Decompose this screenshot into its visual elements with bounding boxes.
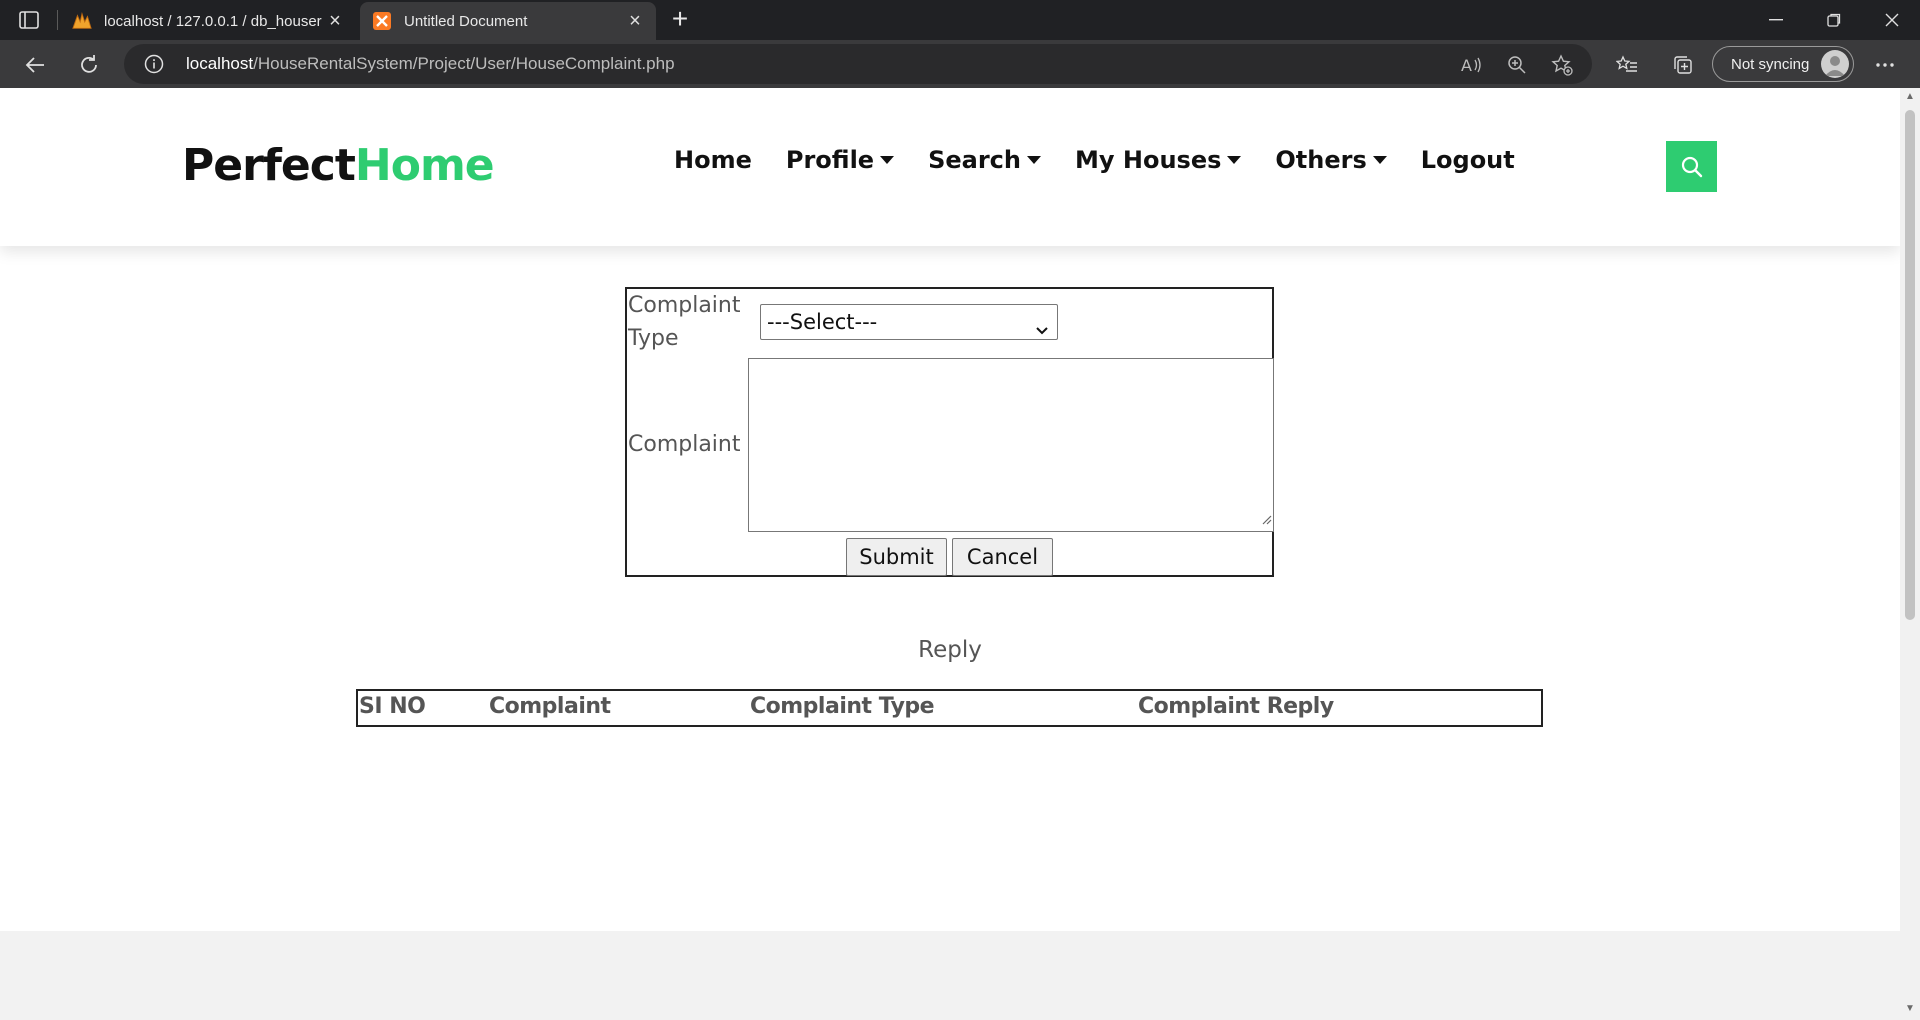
site-footer: [0, 931, 1900, 1020]
column-header-complaint-type: Complaint Type: [750, 694, 935, 719]
minimize-icon[interactable]: [1748, 0, 1804, 40]
tab-untitled-document[interactable]: Untitled Document ×: [360, 2, 656, 40]
read-aloud-icon[interactable]: A: [1459, 52, 1485, 78]
browser-tab-bar: localhost / 127.0.0.1 / db_houser × Unti…: [0, 0, 1920, 40]
column-header-complaint: Complaint: [489, 694, 611, 719]
nav-search[interactable]: Search: [928, 146, 1041, 174]
search-icon: [1681, 156, 1702, 177]
back-icon[interactable]: [20, 50, 50, 80]
complaint-type-label: Complaint Type: [628, 293, 741, 351]
phpmyadmin-icon: [72, 11, 92, 31]
refresh-icon[interactable]: [74, 50, 104, 80]
caret-down-icon: [1227, 156, 1242, 164]
xampp-icon: [372, 11, 392, 31]
add-favorite-icon[interactable]: [1549, 52, 1575, 78]
caret-down-icon: [1372, 156, 1387, 164]
site-header: PerfectHome Home Profile Search My House…: [0, 88, 1900, 246]
profile-sync-button[interactable]: Not syncing: [1712, 46, 1854, 82]
tab-title: Untitled Document: [404, 12, 528, 30]
complaint-type-select[interactable]: ---Select---: [760, 304, 1058, 340]
sync-label: Not syncing: [1731, 55, 1810, 73]
zoom-icon[interactable]: [1504, 52, 1530, 78]
nav-home[interactable]: Home: [674, 146, 752, 174]
cancel-button[interactable]: Cancel: [952, 538, 1053, 576]
tab-actions-icon[interactable]: [16, 8, 42, 32]
nav-logout[interactable]: Logout: [1421, 146, 1515, 174]
complaint-textarea[interactable]: [748, 358, 1274, 532]
column-header-si-no: SI NO: [359, 694, 426, 719]
main-nav: Home Profile Search My Houses Others Log…: [674, 146, 1549, 174]
nav-others[interactable]: Others: [1275, 146, 1387, 174]
complaint-form: Complaint Type ---Select--- Complaint Su…: [625, 287, 1274, 577]
caret-down-icon: [1026, 156, 1041, 164]
scroll-up-icon[interactable]: ▲: [1905, 92, 1915, 102]
restore-icon[interactable]: [1806, 0, 1862, 40]
close-tab-icon[interactable]: ×: [322, 8, 348, 34]
column-header-complaint-reply: Complaint Reply: [1138, 694, 1334, 719]
site-logo[interactable]: PerfectHome: [182, 140, 495, 191]
url-text[interactable]: localhost/HouseRentalSystem/Project/User…: [186, 54, 675, 74]
collections-icon[interactable]: [1668, 50, 1698, 80]
svg-text:A: A: [1461, 56, 1472, 74]
browser-toolbar: localhost/HouseRentalSystem/Project/User…: [0, 40, 1920, 88]
reply-heading: Reply: [918, 637, 982, 663]
tab-phpmyadmin[interactable]: localhost / 127.0.0.1 / db_houser ×: [60, 2, 356, 40]
favorites-icon[interactable]: [1612, 50, 1642, 80]
scroll-down-icon[interactable]: ▼: [1905, 1004, 1915, 1014]
complaint-label: Complaint: [628, 432, 741, 457]
avatar: [1821, 50, 1849, 78]
caret-down-icon: [880, 156, 895, 164]
tab-separator: [57, 10, 58, 30]
site-info-icon[interactable]: [144, 54, 164, 74]
close-tab-icon[interactable]: ×: [622, 8, 648, 34]
nav-my-houses[interactable]: My Houses: [1075, 146, 1242, 174]
page-content: PerfectHome Home Profile Search My House…: [0, 88, 1900, 1020]
chevron-down-icon: [1035, 313, 1049, 347]
address-bar[interactable]: localhost/HouseRentalSystem/Project/User…: [124, 44, 1592, 84]
reply-table: SI NO Complaint Complaint Type Complaint…: [356, 689, 1543, 727]
submit-button[interactable]: Submit: [846, 538, 947, 576]
resize-grip-icon[interactable]: [1260, 512, 1272, 530]
more-menu-icon[interactable]: [1870, 50, 1900, 80]
nav-profile[interactable]: Profile: [786, 146, 895, 174]
page-scrollbar[interactable]: ▲ ▼: [1900, 88, 1920, 1020]
new-tab-icon[interactable]: +: [666, 5, 694, 34]
close-window-icon[interactable]: [1864, 0, 1920, 40]
tab-title: localhost / 127.0.0.1 / db_houser: [104, 12, 322, 30]
scrollbar-thumb[interactable]: [1905, 110, 1915, 620]
search-button[interactable]: [1666, 141, 1717, 192]
